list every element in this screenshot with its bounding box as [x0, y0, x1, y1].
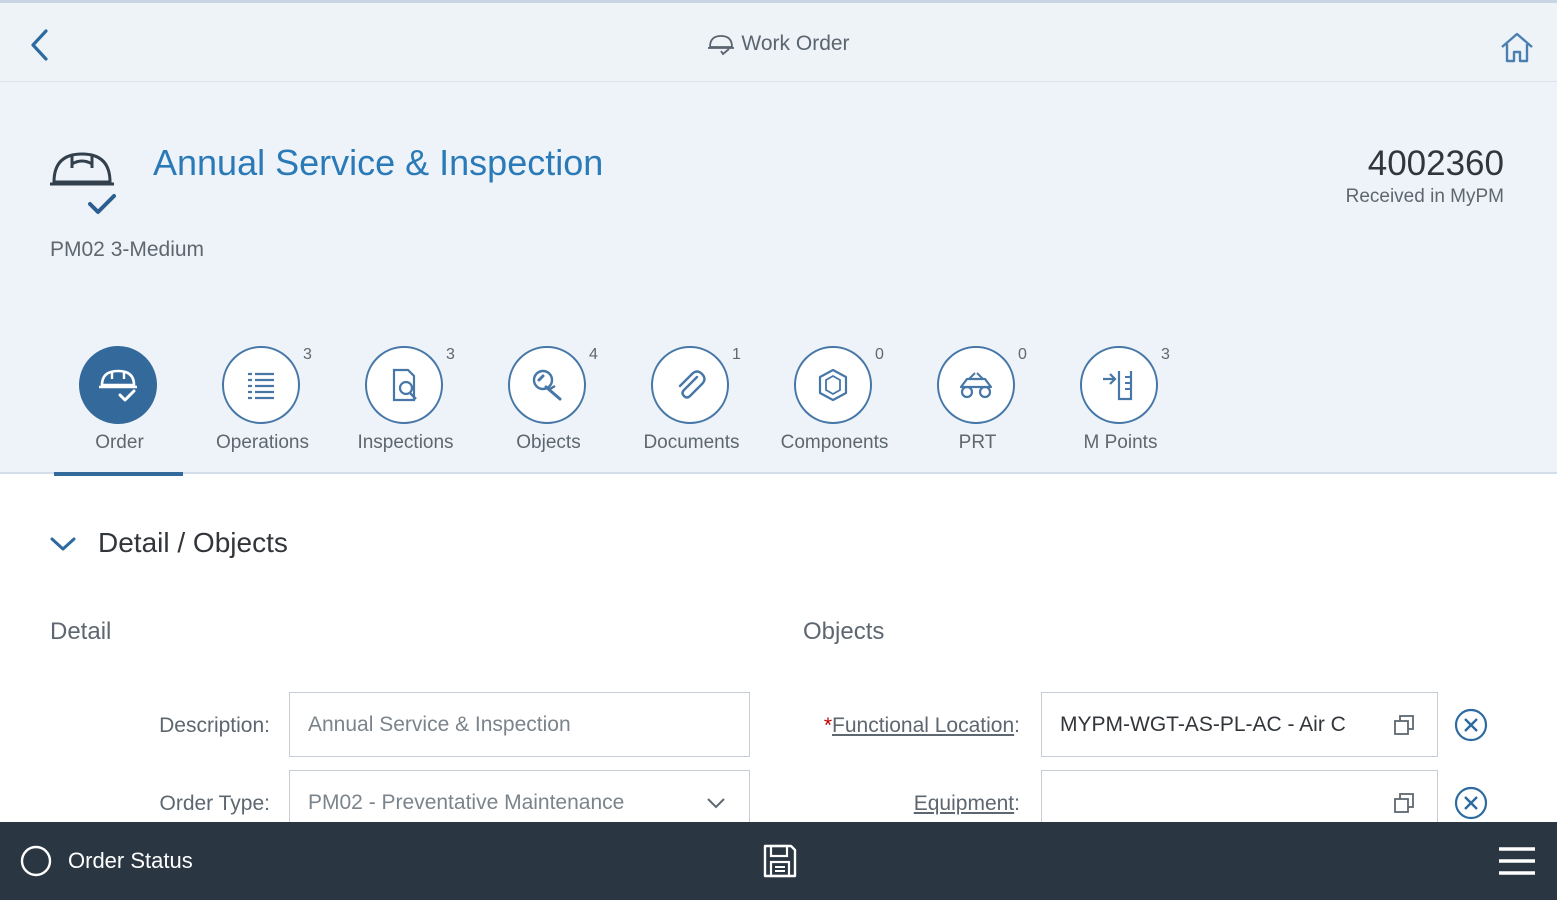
order-number: 4002360 [1367, 144, 1504, 183]
tab-count: 3 [303, 346, 312, 363]
tab-prt[interactable]: 0 PRT [906, 344, 1049, 474]
objects-column-title: Objects [803, 618, 885, 645]
close-circle-icon [1454, 708, 1488, 742]
paperclip-icon [678, 370, 706, 399]
description-field[interactable]: Annual Service & Inspection [289, 692, 750, 757]
wrench-search-icon [532, 369, 562, 401]
chevron-left-icon [31, 29, 48, 61]
footer-toolbar: Order Status [0, 822, 1557, 900]
inspection-icon [392, 368, 417, 402]
tab-order-circle [79, 346, 157, 424]
chevron-down-icon [50, 537, 76, 551]
tab-count: 1 [732, 346, 741, 363]
label-colon: : [1014, 792, 1020, 815]
functional-location-label: *Functional Location: [780, 714, 1020, 738]
tab-inspections-circle [365, 346, 443, 424]
functional-location-link[interactable]: Functional Location [832, 714, 1014, 737]
clear-equipment-button[interactable] [1452, 784, 1490, 822]
order-type-value: PM02 - Preventative Maintenance [308, 790, 625, 814]
page-title: Annual Service & Inspection [153, 142, 604, 183]
tab-label: Inspections [357, 432, 454, 453]
tab-count: 3 [1161, 346, 1170, 363]
hard-hat-icon [708, 35, 735, 56]
tab-m-points-circle [1080, 346, 1158, 424]
status-text: Received in MyPM [1345, 186, 1504, 207]
section-toggle[interactable]: Detail / Objects [48, 518, 288, 568]
tab-count: 0 [1018, 346, 1027, 363]
hard-hat-check-icon [99, 369, 137, 402]
cube-icon [818, 368, 848, 402]
list-icon [248, 372, 274, 400]
tab-operations[interactable]: 3 Operations [191, 344, 334, 474]
equipment-link[interactable]: Equipment [914, 792, 1014, 815]
order-status-button[interactable]: Order Status [18, 840, 193, 882]
tab-label: Order [95, 432, 144, 453]
hamburger-menu-icon [1499, 847, 1535, 875]
clear-functional-location-button[interactable] [1452, 706, 1490, 744]
menu-button[interactable] [1495, 838, 1539, 884]
home-button[interactable] [1497, 27, 1537, 67]
equipment-label: Equipment: [780, 792, 1020, 816]
functional-location-value: MYPM-WGT-AS-PL-AC - Air C [1060, 712, 1346, 736]
order-type-priority: PM02 3-Medium [50, 238, 205, 261]
section-title: Detail / Objects [98, 527, 288, 558]
work-order-icon [46, 144, 122, 222]
chevron-down-icon [701, 788, 731, 818]
order-status-label: Order Status [68, 848, 193, 873]
tab-prt-circle [937, 346, 1015, 424]
tab-label: Documents [643, 432, 740, 453]
icon-tab-bar: Order 3 Operations 3 Inspections 4 Objec… [48, 344, 1192, 476]
tab-count: 0 [875, 346, 884, 363]
tab-label: Objects [516, 432, 581, 453]
save-icon [763, 844, 797, 878]
tab-order[interactable]: Order [48, 344, 191, 476]
tab-inspections[interactable]: 3 Inspections [334, 344, 477, 474]
nav-title-text: Work Order [741, 32, 850, 55]
functional-location-input[interactable]: MYPM-WGT-AS-PL-AC - Air C [1041, 692, 1438, 757]
save-button[interactable] [756, 838, 804, 884]
tab-components-circle [794, 346, 872, 424]
vehicle-icon [959, 372, 993, 399]
value-help-icon[interactable] [1389, 788, 1419, 818]
detail-column-title: Detail [50, 618, 112, 645]
tab-objects-circle [508, 346, 586, 424]
tab-documents[interactable]: 1 Documents [620, 344, 763, 474]
description-label: Description: [159, 714, 270, 737]
tab-label: Operations [216, 432, 309, 453]
order-type-label: Order Type: [159, 792, 271, 815]
description-value: Annual Service & Inspection [308, 712, 571, 736]
value-help-icon[interactable] [1389, 710, 1419, 740]
tab-count: 3 [446, 346, 455, 363]
measuring-point-icon [1103, 371, 1133, 401]
tab-m-points[interactable]: 3 M Points [1049, 344, 1192, 474]
tab-count: 4 [589, 346, 598, 363]
status-circle-icon [20, 845, 52, 877]
label-colon: : [1014, 714, 1020, 737]
tab-label: Components [780, 432, 889, 453]
object-header: Annual Service & Inspection PM02 3-Mediu… [0, 82, 1557, 476]
tab-label: PRT [958, 432, 997, 453]
back-button[interactable] [22, 25, 58, 65]
tab-components[interactable]: 0 Components [763, 344, 906, 474]
tab-objects[interactable]: 4 Objects [477, 344, 620, 474]
close-circle-icon [1454, 786, 1488, 820]
top-nav-bar: Work Order [0, 0, 1557, 82]
tab-label: M Points [1083, 432, 1158, 453]
tab-operations-circle [222, 346, 300, 424]
active-tab-indicator [54, 472, 183, 476]
tab-documents-circle [651, 346, 729, 424]
nav-title: Work Order [0, 3, 1557, 85]
required-marker: * [823, 714, 833, 737]
home-icon [1501, 32, 1533, 63]
